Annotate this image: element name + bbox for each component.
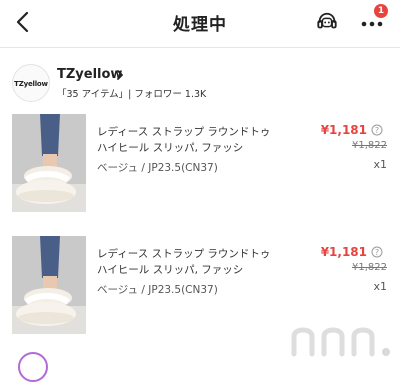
header-divider (0, 47, 400, 48)
product-title[interactable]: レディース ストラップ ラウンドトゥ ハイヒール スリッパ, ファッシ (97, 246, 275, 278)
original-price: ¥1,822 (352, 140, 387, 151)
shop-logo[interactable]: TZyellow (12, 64, 50, 102)
product-image[interactable] (12, 236, 86, 334)
info-icon[interactable]: ? (371, 246, 383, 258)
info-icon[interactable]: ? (371, 124, 383, 136)
slipper-photo-icon (12, 114, 86, 212)
shop-name[interactable]: TZyellow (57, 67, 122, 82)
product-variant: ベージュ / JP23.5(CN37) (97, 162, 218, 174)
product-quantity: x1 (373, 280, 387, 293)
chevron-right-icon[interactable] (115, 70, 125, 80)
product-image[interactable] (12, 114, 86, 212)
svg-text:?: ? (375, 248, 379, 257)
product-variant: ベージュ / JP23.5(CN37) (97, 284, 218, 296)
original-price: ¥1,822 (352, 262, 387, 273)
avatar[interactable] (18, 352, 48, 382)
product-price: ¥1,181 (320, 245, 367, 259)
svg-text:?: ? (375, 126, 379, 135)
order-item[interactable]: レディース ストラップ ラウンドトゥ ハイヒール スリッパ, ファッシ ベージュ… (0, 114, 400, 218)
product-price: ¥1,181 (320, 123, 367, 137)
shop-meta: 「35 アイテム」| フォロワー 1.3K (57, 89, 207, 100)
page-title: 処理中 (173, 15, 227, 35)
top-bar: 処理中 1 (0, 0, 400, 44)
notification-badge: 1 (374, 4, 388, 18)
customer-support-icon[interactable] (316, 11, 338, 33)
watermark-logo-icon (291, 327, 390, 357)
product-title[interactable]: レディース ストラップ ラウンドトゥ ハイヒール スリッパ, ファッシ (97, 124, 275, 156)
slipper-photo-icon (12, 236, 86, 334)
shop-header[interactable]: TZyellow TZyellow 「35 アイテム」| フォロワー 1.3K (0, 60, 400, 106)
product-quantity: x1 (373, 158, 387, 171)
